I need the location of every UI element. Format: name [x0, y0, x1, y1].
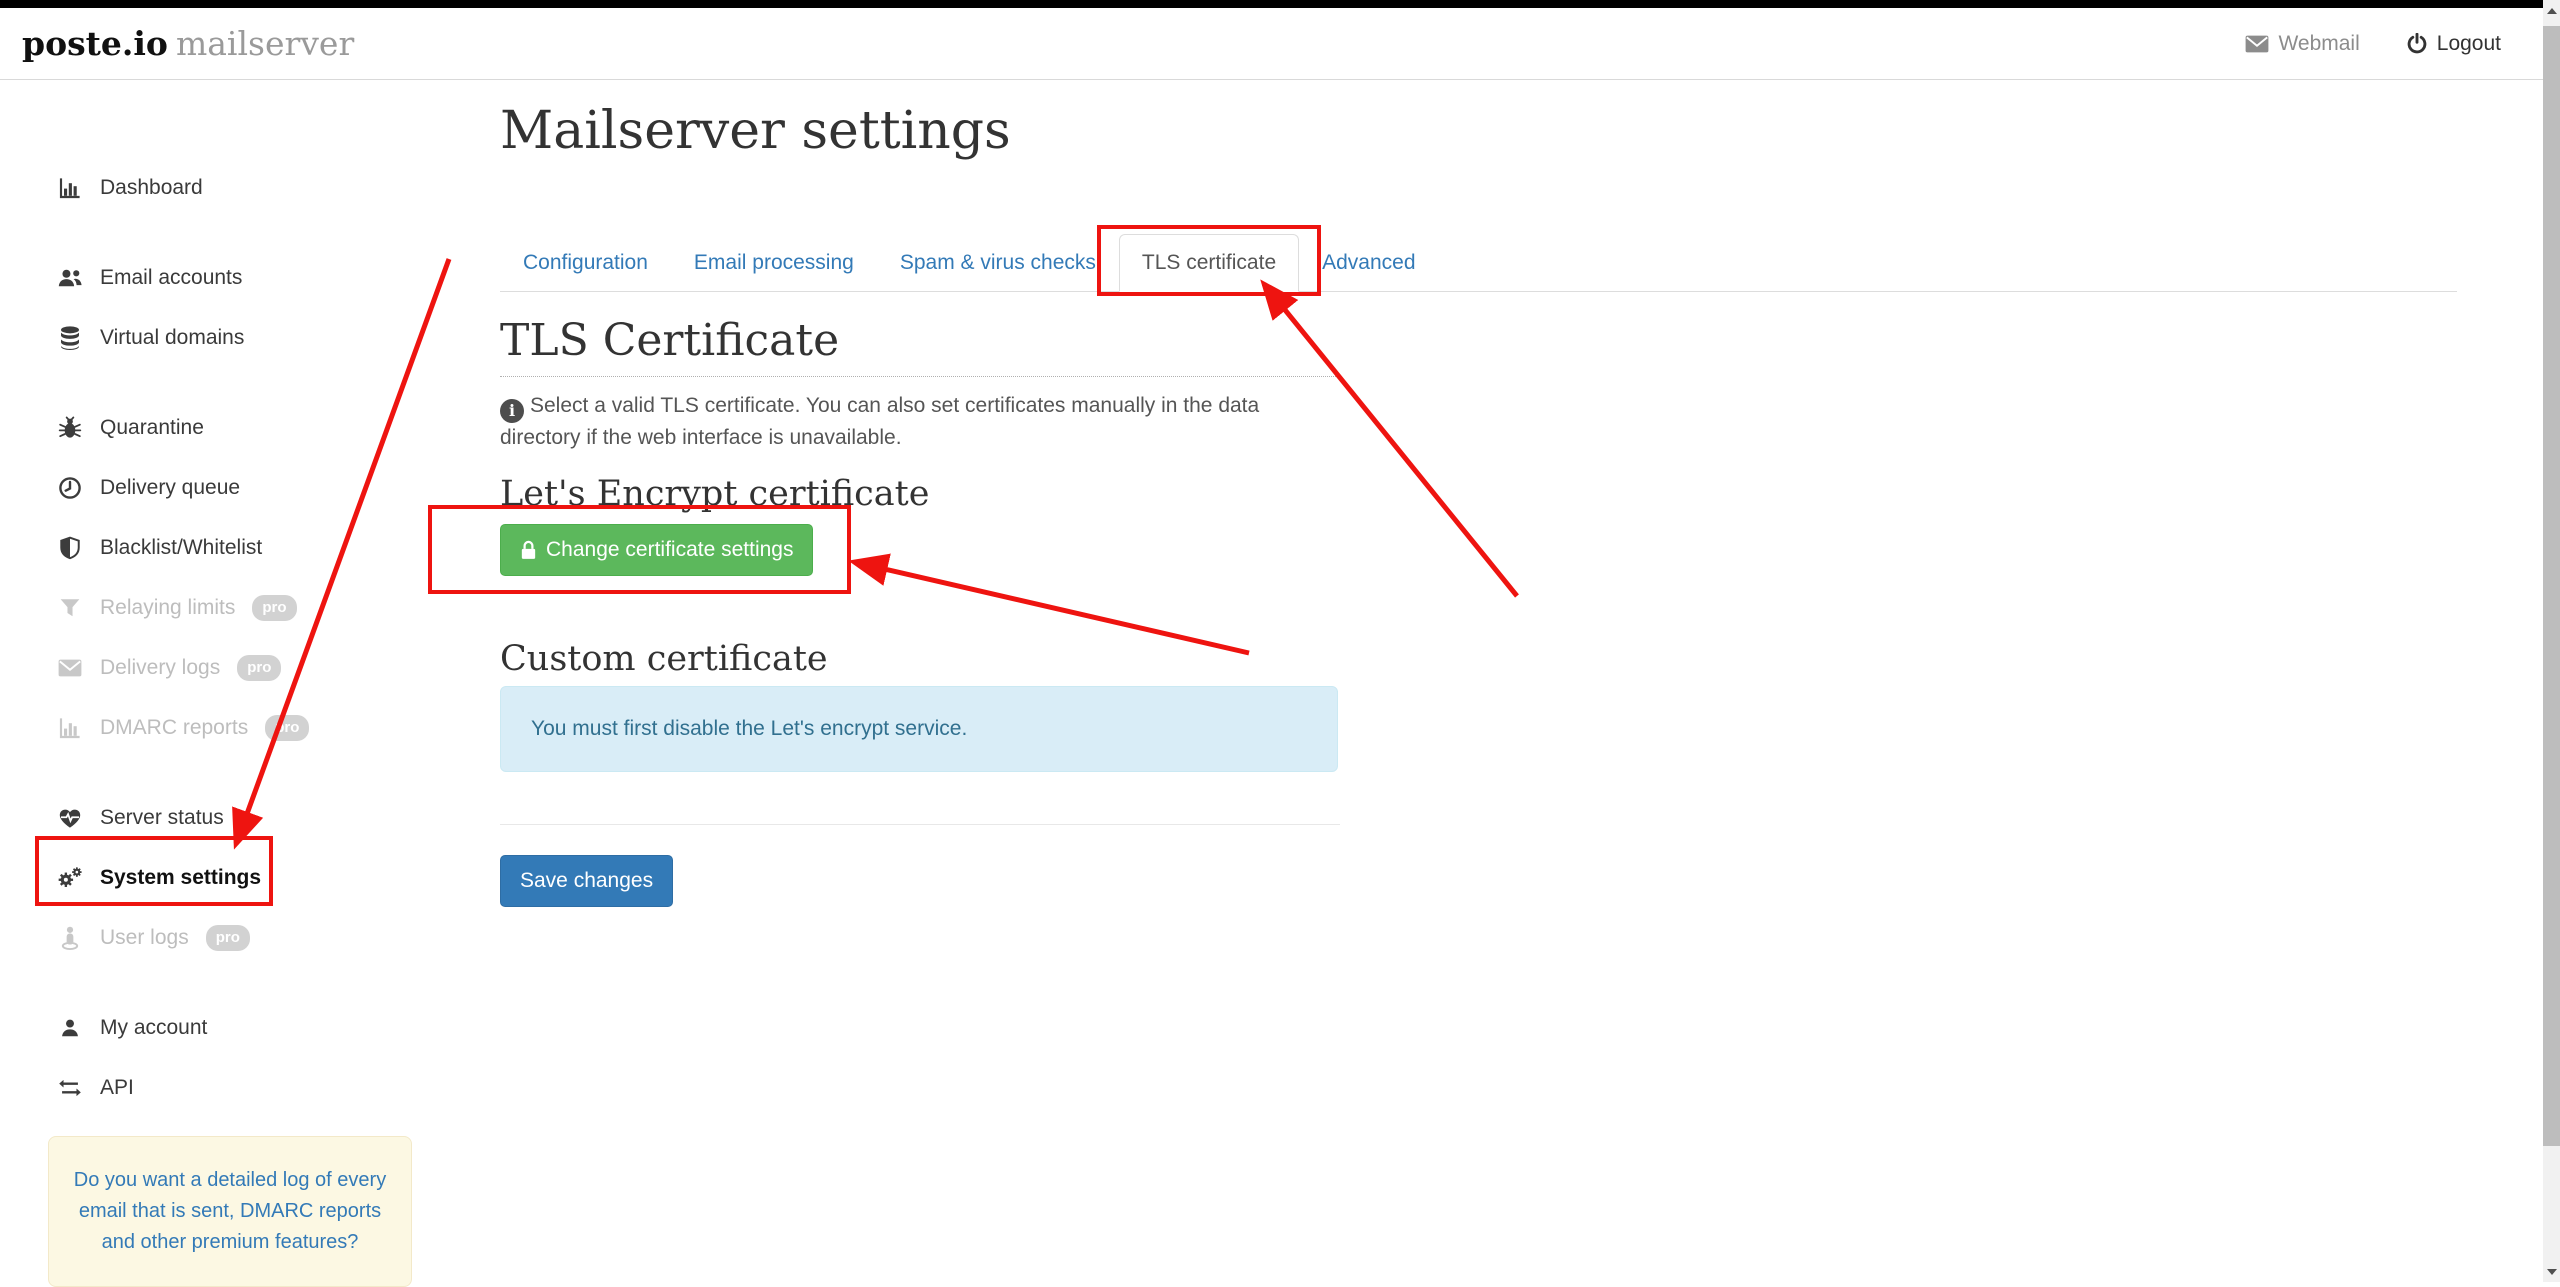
shield-icon: [55, 536, 85, 560]
tab-configuration[interactable]: Configuration: [500, 234, 671, 292]
street-view-icon: [55, 926, 85, 950]
sidebar-item-my-account[interactable]: My account: [0, 998, 460, 1058]
webmail-link[interactable]: Webmail: [2245, 32, 2359, 56]
filter-icon: [55, 597, 85, 619]
users-icon: [55, 267, 85, 289]
sidebar-item-label: My account: [100, 1016, 207, 1040]
tab-spam-virus-checks[interactable]: Spam & virus checks: [877, 234, 1119, 292]
pro-badge: pro: [252, 595, 296, 621]
sidebar-item-label: Server status: [100, 806, 224, 830]
sidebar-item-system-settings[interactable]: System settings: [0, 848, 460, 908]
sidebar-item-label: Email accounts: [100, 266, 242, 290]
heartbeat-icon: [55, 807, 85, 829]
info-icon: i: [500, 399, 524, 423]
sidebar-item-label: Delivery logs: [100, 656, 220, 680]
scrollbar-thumb[interactable]: [2543, 26, 2560, 1146]
bug-icon: [55, 416, 85, 440]
save-changes-button[interactable]: Save changes: [500, 855, 673, 907]
webmail-label: Webmail: [2278, 32, 2359, 56]
bar-chart-icon: [55, 176, 85, 200]
sidebar-item-blacklist-whitelist[interactable]: Blacklist/Whitelist: [0, 518, 460, 578]
up-arrow-icon: [2547, 8, 2557, 14]
info-text: iSelect a valid TLS certificate. You can…: [500, 391, 1300, 453]
pro-badge: pro: [237, 655, 281, 681]
sidebar-item-delivery-logs[interactable]: Delivery logs pro: [0, 638, 460, 698]
envelope-icon: [55, 659, 85, 677]
power-icon: [2406, 33, 2428, 55]
sidebar-item-label: User logs: [100, 926, 189, 950]
logo-primary: poste.io: [22, 24, 168, 63]
pro-badge: pro: [265, 715, 309, 741]
sidebar-item-label: Delivery queue: [100, 476, 240, 500]
page-title: Mailserver settings: [500, 102, 2480, 162]
app-logo[interactable]: poste.iomailserver: [22, 24, 354, 63]
scrollbar-down-button[interactable]: [2543, 1263, 2560, 1280]
sidebar-item-label: System settings: [100, 866, 261, 890]
sidebar-item-label: DMARC reports: [100, 716, 248, 740]
envelope-icon: [2245, 35, 2269, 53]
sidebar-item-label: Quarantine: [100, 416, 204, 440]
section-heading: TLS Certificate: [500, 318, 1340, 377]
form-divider: [500, 824, 1340, 825]
sidebar-item-user-logs[interactable]: User logs pro: [0, 908, 460, 968]
pro-badge: pro: [206, 925, 250, 951]
logout-link[interactable]: Logout: [2406, 32, 2501, 56]
custom-certificate-heading: Custom certificate: [500, 640, 2480, 679]
sidebar-item-label: Dashboard: [100, 176, 203, 200]
sidebar-item-label: Blacklist/Whitelist: [100, 536, 262, 560]
sidebar-item-label: API: [100, 1076, 134, 1100]
sidebar-item-label: Relaying limits: [100, 596, 235, 620]
sidebar-item-delivery-queue[interactable]: Delivery queue: [0, 458, 460, 518]
tab-advanced[interactable]: Advanced: [1299, 234, 1438, 292]
sidebar-item-dmarc-reports[interactable]: DMARC reports pro: [0, 698, 460, 758]
settings-tabs: Configuration Email processing Spam & vi…: [500, 234, 2457, 292]
top-black-strip: [0, 0, 2543, 8]
alert-must-disable-lets-encrypt: You must first disable the Let's encrypt…: [500, 686, 1338, 772]
scrollbar-up-button[interactable]: [2543, 2, 2560, 19]
sidebar-item-dashboard[interactable]: Dashboard: [0, 158, 460, 218]
premium-promo-link[interactable]: Do you want a detailed log of every emai…: [48, 1136, 412, 1287]
down-arrow-icon: [2547, 1269, 2557, 1275]
sidebar-item-label: Virtual domains: [100, 326, 244, 350]
sidebar-nav: Dashboard Email accounts Virtual domains…: [0, 80, 460, 1287]
tab-tls-certificate[interactable]: TLS certificate: [1119, 234, 1299, 292]
change-certificate-settings-button[interactable]: Change certificate settings: [500, 524, 813, 576]
database-icon: [55, 326, 85, 350]
browser-scrollbar[interactable]: [2543, 0, 2560, 1282]
sidebar-item-relaying-limits[interactable]: Relaying limits pro: [0, 578, 460, 638]
sidebar-item-virtual-domains[interactable]: Virtual domains: [0, 308, 460, 368]
bar-chart-icon: [55, 716, 85, 740]
top-header-bar: poste.iomailserver Webmail Logout: [0, 8, 2543, 80]
logo-secondary: mailserver: [176, 24, 354, 63]
sidebar-item-email-accounts[interactable]: Email accounts: [0, 248, 460, 308]
lets-encrypt-heading: Let's Encrypt certificate: [500, 475, 2480, 514]
exchange-arrows-icon: [55, 1078, 85, 1098]
clock-icon: [55, 476, 85, 500]
cogs-icon: [55, 866, 85, 890]
lock-icon: [520, 540, 537, 560]
tab-email-processing[interactable]: Email processing: [671, 234, 877, 292]
sidebar-item-quarantine[interactable]: Quarantine: [0, 398, 460, 458]
logout-label: Logout: [2437, 32, 2501, 56]
sidebar-item-server-status[interactable]: Server status: [0, 788, 460, 848]
sidebar-item-api[interactable]: API: [0, 1058, 460, 1118]
user-icon: [55, 1017, 85, 1039]
